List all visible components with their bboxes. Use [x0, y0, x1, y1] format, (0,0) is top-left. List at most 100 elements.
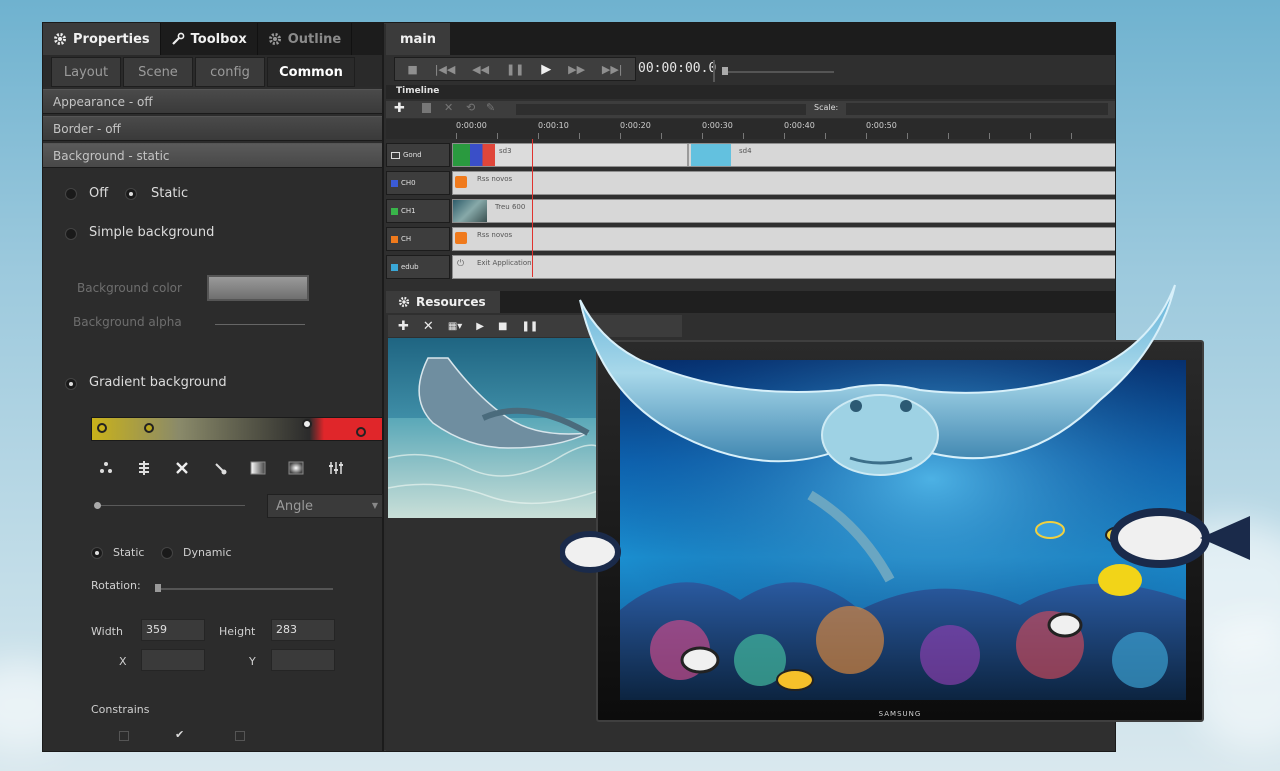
pencil-icon[interactable]: ✎: [486, 101, 495, 114]
track-color-swatch: [391, 235, 398, 243]
tab-config[interactable]: config: [195, 57, 265, 87]
height-label: Height: [219, 625, 256, 638]
static-mode-label: Static: [113, 546, 145, 559]
skip-end-icon[interactable]: ▶▶|: [602, 63, 623, 76]
angle-label: Angle: [276, 498, 313, 514]
clip[interactable]: sd3: [495, 144, 689, 166]
delete-icon[interactable]: ✕: [423, 319, 434, 334]
tab-label: Properties: [73, 31, 150, 47]
tab-properties[interactable]: Properties: [43, 23, 161, 55]
gradient-stop[interactable]: [144, 423, 154, 433]
scale-slider[interactable]: [846, 103, 1108, 115]
timeline-header: Timeline: [386, 85, 1115, 99]
static-radio[interactable]: [125, 188, 137, 200]
tab-resources[interactable]: Resources: [386, 291, 500, 313]
height-field[interactable]: 283: [271, 619, 335, 641]
gradient-bar[interactable]: [91, 417, 383, 441]
clip[interactable]: Rss novos: [473, 228, 673, 250]
check-icon[interactable]: ✔: [175, 728, 184, 741]
clip-thumbnail: [453, 144, 495, 166]
gradient-stop[interactable]: [302, 419, 312, 429]
track-label[interactable]: CH: [386, 227, 450, 251]
stop-icon[interactable]: ■: [407, 63, 417, 76]
playhead[interactable]: [532, 139, 533, 277]
gradient-background-radio[interactable]: [65, 378, 77, 390]
tab-scene[interactable]: Scene: [123, 57, 193, 87]
document-icon[interactable]: [422, 103, 431, 113]
simple-background-label: Simple background: [89, 225, 215, 240]
linear-gradient-icon[interactable]: [247, 459, 269, 477]
power-icon: ⏻: [457, 259, 465, 269]
tab-layout[interactable]: Layout: [51, 57, 121, 87]
fast-forward-icon[interactable]: ▶▶: [568, 63, 585, 76]
track-label[interactable]: CH1: [386, 199, 450, 223]
skip-start-icon[interactable]: |◀◀: [435, 63, 456, 76]
add-icon[interactable]: ✚: [394, 101, 405, 116]
constrain-checkbox[interactable]: [235, 731, 245, 741]
static-mode-radio[interactable]: [91, 547, 103, 559]
rewind-icon[interactable]: ◀◀: [472, 63, 489, 76]
dynamic-mode-radio[interactable]: [161, 547, 173, 559]
track-name: edub: [401, 263, 419, 271]
brush-icon[interactable]: [209, 459, 231, 477]
y-label: Y: [249, 655, 256, 668]
track-row[interactable]: Rss novos: [452, 171, 1115, 195]
tab-outline[interactable]: Outline: [258, 23, 353, 55]
tab-main[interactable]: main: [386, 23, 450, 55]
background-color-label: Background color: [77, 281, 182, 295]
playback-slider[interactable]: [724, 71, 834, 73]
tab-common[interactable]: Common: [267, 57, 355, 87]
rotation-slider[interactable]: [157, 588, 333, 590]
off-radio[interactable]: [65, 188, 77, 200]
section-background[interactable]: Background - static: [43, 143, 382, 168]
pause-icon[interactable]: ❚❚: [506, 63, 524, 76]
clip[interactable]: Rss novos: [473, 172, 673, 194]
track-row[interactable]: Treu 600: [452, 199, 1115, 223]
slider-knob[interactable]: [94, 502, 101, 509]
track-label[interactable]: edub: [386, 255, 450, 279]
track-row[interactable]: sd3 sd4: [452, 143, 1115, 167]
simple-background-radio[interactable]: [65, 228, 77, 240]
play-icon[interactable]: ▶: [541, 62, 551, 77]
angle-dropdown[interactable]: Angle ▼: [267, 494, 383, 518]
gradient-stop[interactable]: [356, 427, 366, 437]
clip[interactable]: Exit Application: [473, 256, 673, 278]
stop-icon[interactable]: ■: [498, 321, 507, 332]
ruler-label: 0:00:20: [620, 121, 651, 130]
x-field[interactable]: [141, 649, 205, 671]
add-icon[interactable]: ✚: [398, 319, 409, 334]
y-field[interactable]: [271, 649, 335, 671]
track-label[interactable]: CH0: [386, 171, 450, 195]
radial-gradient-icon[interactable]: [285, 459, 307, 477]
pause-icon[interactable]: ❚❚: [521, 321, 538, 332]
track-row[interactable]: ⏻ Exit Application: [452, 255, 1115, 279]
width-field[interactable]: 359: [141, 619, 205, 641]
off-label: Off: [89, 186, 109, 201]
clip[interactable]: sd4: [735, 144, 935, 166]
track-color-swatch: [391, 179, 398, 187]
timeline-label: Timeline: [396, 86, 440, 96]
ruler-label: 0:00:00: [456, 121, 487, 130]
track-label[interactable]: Gond: [386, 143, 450, 167]
delete-icon[interactable]: [171, 459, 193, 477]
constrain-checkbox[interactable]: [119, 731, 129, 741]
align-icon[interactable]: [133, 459, 155, 477]
slider-knob[interactable]: [722, 67, 728, 75]
background-color-swatch[interactable]: [207, 275, 309, 301]
sliders-icon[interactable]: [325, 459, 347, 477]
play-icon[interactable]: ▶: [476, 321, 484, 332]
track-row[interactable]: Rss novos: [452, 227, 1115, 251]
clip[interactable]: Treu 600: [491, 200, 691, 222]
distribute-icon[interactable]: [95, 459, 117, 477]
slider-knob[interactable]: [155, 584, 161, 592]
link-icon[interactable]: ⟲: [466, 101, 475, 114]
view-options-icon[interactable]: ▦▾: [448, 321, 462, 332]
tab-toolbox[interactable]: Toolbox: [161, 23, 258, 55]
delete-icon[interactable]: ✕: [444, 101, 453, 114]
section-border[interactable]: Border - off: [43, 116, 382, 141]
section-appearance[interactable]: Appearance - off: [43, 89, 382, 114]
background-alpha-slider[interactable]: [215, 324, 305, 325]
gradient-position-slider[interactable]: [95, 505, 245, 506]
gradient-stop[interactable]: [97, 423, 107, 433]
timeline-search[interactable]: [516, 104, 806, 115]
